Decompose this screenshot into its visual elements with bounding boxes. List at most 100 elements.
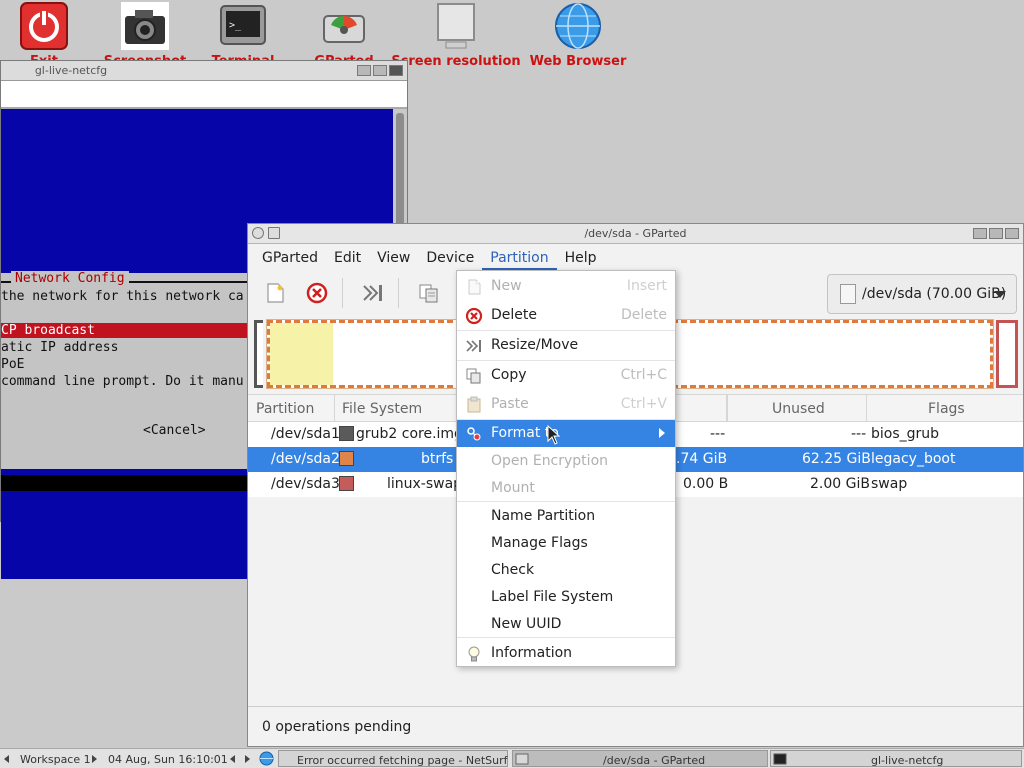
task-prev-icon[interactable] bbox=[230, 755, 235, 763]
cell-file-system: grub2 core.img bbox=[356, 426, 463, 442]
task-netsurf[interactable]: Error occurred fetching page - NetSurf bbox=[278, 750, 508, 767]
cell-partition: /dev/sda3 bbox=[271, 476, 340, 492]
minimize-button[interactable] bbox=[357, 65, 371, 76]
globe-icon bbox=[555, 3, 601, 49]
device-selector[interactable]: /dev/sda (70.00 GiB) bbox=[827, 274, 1017, 314]
window-title: /dev/sda - GParted bbox=[584, 227, 687, 240]
workspace-next-icon[interactable] bbox=[92, 755, 97, 763]
toolbar-separator bbox=[398, 278, 399, 308]
gparted-icon bbox=[515, 753, 529, 765]
cell-unused: --- bbox=[851, 426, 867, 442]
menu-item-new-uuid[interactable]: New UUID bbox=[457, 611, 675, 638]
cell-file-system: btrfs bbox=[421, 451, 454, 467]
column-file-system[interactable]: File System bbox=[342, 401, 422, 417]
terminal-icon: >_ bbox=[220, 5, 266, 45]
status-text: 0 operations pending bbox=[262, 719, 412, 735]
gparted-icon bbox=[323, 15, 365, 43]
delete-icon[interactable] bbox=[304, 280, 330, 306]
new-partition-icon[interactable] bbox=[262, 280, 288, 306]
column-flags[interactable]: Flags bbox=[928, 401, 965, 417]
task-gparted[interactable]: /dev/sda - GParted bbox=[512, 750, 768, 767]
dialog-title: Network Config bbox=[11, 271, 129, 286]
menu-item-delete[interactable]: Delete Delete bbox=[457, 302, 675, 329]
paste-icon bbox=[467, 396, 481, 413]
clock: 04 Aug, Sun 16:10:01 bbox=[108, 753, 228, 766]
menu-edit[interactable]: Edit bbox=[326, 244, 369, 270]
column-unused[interactable]: Unused bbox=[772, 401, 825, 417]
menu-item-paste[interactable]: Paste Ctrl+V bbox=[457, 391, 675, 418]
toolbar-separator bbox=[342, 278, 343, 308]
menu-view[interactable]: View bbox=[369, 244, 418, 270]
menu-item-information[interactable]: Information bbox=[457, 640, 675, 667]
desktop-icon-label: Web Browser bbox=[529, 54, 627, 69]
chevron-right-icon bbox=[659, 428, 665, 438]
partition-block-sda1[interactable] bbox=[254, 320, 263, 388]
cell-flags: bios_grub bbox=[871, 426, 940, 442]
menu-device[interactable]: Device bbox=[418, 244, 482, 270]
cell-partition: /dev/sda1 bbox=[271, 426, 340, 442]
format-icon bbox=[467, 427, 481, 441]
menu-item-resize-move[interactable]: Resize/Move bbox=[457, 332, 675, 359]
new-icon bbox=[468, 279, 481, 295]
cell-file-system: linux-swap bbox=[387, 476, 463, 492]
cell-used: --- bbox=[710, 426, 726, 442]
task-next-icon[interactable] bbox=[245, 755, 250, 763]
dialog-option[interactable]: command line prompt. Do it manu bbox=[1, 374, 244, 389]
dialog-option[interactable]: atic IP address bbox=[1, 340, 118, 355]
menu-item-name-partition[interactable]: Name Partition bbox=[457, 503, 675, 530]
lightbulb-icon bbox=[468, 646, 480, 662]
maximize-button[interactable] bbox=[989, 228, 1003, 239]
cell-unused: 2.00 GiB bbox=[810, 476, 870, 492]
chevron-down-icon bbox=[994, 291, 1006, 298]
menubar: GParted Edit View Device Partition Help bbox=[248, 244, 1023, 270]
menu-item-check[interactable]: Check bbox=[457, 557, 675, 584]
cell-used: 0.00 B bbox=[683, 476, 729, 492]
dialog-text: the network for this network ca bbox=[1, 289, 244, 304]
cancel-button[interactable]: <Cancel> bbox=[143, 423, 206, 438]
cell-flags: legacy_boot bbox=[871, 451, 956, 467]
menu-item-copy[interactable]: Copy Ctrl+C bbox=[457, 362, 675, 389]
terminal-top-strip bbox=[1, 81, 407, 107]
window-title: gl-live-netcfg bbox=[34, 64, 108, 77]
fs-color-swatch bbox=[339, 476, 354, 491]
terminal-titlebar[interactable]: gl-live-netcfg bbox=[1, 61, 407, 81]
taskbar: Workspace 1 04 Aug, Sun 16:10:01 Error o… bbox=[0, 748, 1024, 768]
maximize-button[interactable] bbox=[373, 65, 387, 76]
workspace-prev-icon[interactable] bbox=[4, 755, 9, 763]
camera-icon bbox=[121, 2, 169, 50]
menu-item-new[interactable]: New Insert bbox=[457, 273, 675, 300]
menu-item-manage-flags[interactable]: Manage Flags bbox=[457, 530, 675, 557]
menu-partition[interactable]: Partition bbox=[482, 244, 557, 270]
cell-flags: swap bbox=[871, 476, 908, 492]
partition-block-sda3[interactable] bbox=[996, 320, 1018, 388]
monitor-icon bbox=[437, 3, 475, 49]
cell-partition: /dev/sda2 bbox=[271, 451, 340, 467]
cell-used: .74 GiB bbox=[676, 451, 728, 467]
menu-item-format-to[interactable]: Format to bbox=[457, 420, 675, 447]
menu-help[interactable]: Help bbox=[557, 244, 605, 270]
close-button[interactable] bbox=[1005, 228, 1019, 239]
menu-item-label-file-system[interactable]: Label File System bbox=[457, 584, 675, 611]
gparted-titlebar[interactable]: /dev/sda - GParted bbox=[248, 224, 1023, 244]
device-label: /dev/sda (70.00 GiB) bbox=[862, 286, 1007, 302]
close-button[interactable] bbox=[389, 65, 403, 76]
menu-gparted[interactable]: GParted bbox=[254, 244, 326, 270]
status-bar: 0 operations pending bbox=[248, 706, 1023, 746]
column-partition[interactable]: Partition bbox=[256, 401, 314, 417]
cell-unused: 62.25 GiB bbox=[802, 451, 871, 467]
copy-icon[interactable] bbox=[416, 280, 442, 306]
dialog-option[interactable]: PoE bbox=[1, 357, 24, 372]
menu-item-open-encryption[interactable]: Open Encryption bbox=[457, 448, 675, 475]
fs-color-swatch bbox=[339, 426, 354, 441]
minimize-button[interactable] bbox=[973, 228, 987, 239]
task-terminal[interactable]: gl-live-netcfg bbox=[770, 750, 1022, 767]
svg-text:>_: >_ bbox=[229, 20, 242, 31]
partition-menu: New Insert Delete Delete Resize/Move Cop… bbox=[456, 270, 676, 667]
workspace-label[interactable]: Workspace 1 bbox=[20, 753, 91, 766]
resize-move-icon[interactable] bbox=[360, 280, 386, 306]
terminal-icon bbox=[773, 753, 787, 765]
desktop-icon-web-browser[interactable]: Web Browser bbox=[508, 0, 648, 72]
fs-color-swatch bbox=[339, 451, 354, 466]
menu-item-mount[interactable]: Mount bbox=[457, 475, 675, 502]
delete-icon bbox=[465, 307, 483, 325]
